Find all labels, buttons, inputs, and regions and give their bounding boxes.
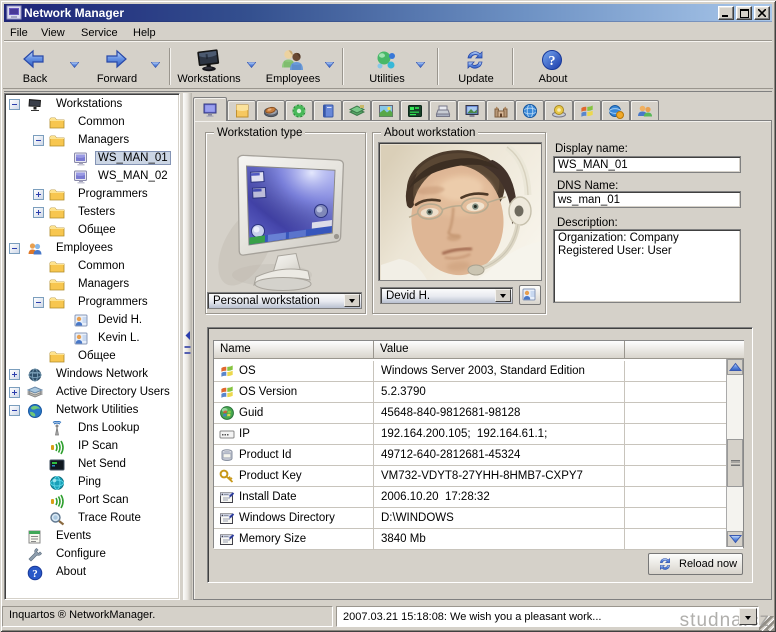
svg-text:?: ? [32,568,38,580]
svg-text:?: ? [549,54,556,69]
